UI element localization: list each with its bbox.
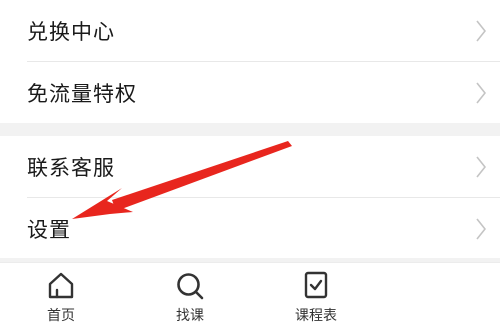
menu-item-label: 设置 — [27, 217, 71, 242]
tab-find-course[interactable]: 找课 — [150, 263, 230, 336]
chevron-right-icon — [476, 218, 486, 239]
menu-item-label: 兑换中心 — [27, 19, 115, 44]
tab-home[interactable]: 首页 — [21, 263, 101, 336]
menu-item-label: 免流量特权 — [27, 81, 137, 106]
tab-find-course-label: 找课 — [176, 308, 204, 324]
menu-group-1: 兑换中心 免流量特权 — [0, 0, 500, 123]
tab-schedule[interactable]: 课程表 — [276, 263, 356, 336]
menu-group-2: 联系客服 设置 — [0, 136, 500, 258]
menu-item-settings[interactable]: 设置 — [0, 198, 500, 259]
chevron-right-icon — [476, 82, 486, 103]
tab-home-label: 首页 — [47, 308, 75, 324]
search-icon — [177, 273, 204, 300]
menu-item-label: 联系客服 — [27, 155, 115, 180]
menu-item-exchange-center[interactable]: 兑换中心 — [0, 0, 500, 61]
home-icon — [48, 272, 74, 299]
bottom-tab-bar: 首页 找课 课程表 — [0, 262, 500, 336]
chevron-right-icon — [476, 156, 486, 177]
schedule-icon — [304, 271, 328, 299]
menu-item-free-data[interactable]: 免流量特权 — [0, 62, 500, 123]
menu-item-customer-service[interactable]: 联系客服 — [0, 136, 500, 197]
tab-schedule-label: 课程表 — [295, 308, 337, 324]
profile-menu-screen: 兑换中心 免流量特权 联系客服 设置 首页 找课 课程表 — [0, 0, 500, 336]
chevron-right-icon — [476, 20, 486, 41]
